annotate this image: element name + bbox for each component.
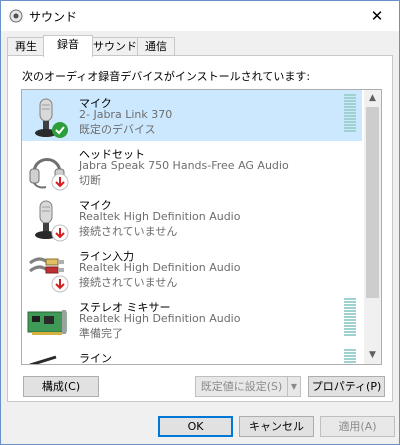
line-in-cable-icon bbox=[29, 257, 69, 293]
list-item[interactable]: ライン bbox=[22, 345, 362, 365]
microphone-icon bbox=[35, 98, 68, 138]
tab-recording[interactable]: 録音 bbox=[43, 35, 93, 57]
tab-sounds[interactable]: サウンド bbox=[91, 37, 139, 56]
device-description: Jabra Speak 750 Hands-Free AG Audio bbox=[79, 159, 289, 172]
device-description: Realtek High Definition Audio bbox=[79, 261, 241, 274]
red-down-arrow-badge bbox=[51, 173, 69, 191]
device-status: 既定のデバイス bbox=[79, 123, 156, 136]
scroll-down-arrow-icon[interactable]: ▼ bbox=[364, 347, 381, 364]
recording-panel: 次のオーディオ録音デバイスがインストールされています: マイク 2- Jabra… bbox=[7, 55, 393, 402]
device-description: Realtek High Definition Audio bbox=[79, 210, 241, 223]
ok-button[interactable]: OK bbox=[158, 416, 233, 437]
list-item[interactable]: ステレオ ミキサー Realtek High Definition Audio … bbox=[22, 294, 362, 345]
vertical-scrollbar[interactable]: ▲ ▼ bbox=[364, 90, 381, 364]
cancel-button[interactable]: キャンセル bbox=[239, 416, 314, 437]
device-description: Realtek High Definition Audio bbox=[79, 312, 241, 325]
red-down-arrow-badge bbox=[51, 275, 69, 293]
close-button[interactable]: ✕ bbox=[355, 1, 399, 31]
device-list[interactable]: マイク 2- Jabra Link 370 既定のデバイス ヘッドセット Jab… bbox=[21, 89, 382, 365]
sound-card-icon bbox=[27, 310, 67, 335]
green-check-badge bbox=[52, 122, 68, 138]
window-title: サウンド bbox=[29, 10, 78, 24]
device-list-label: 次のオーディオ録音デバイスがインストールされています: bbox=[22, 70, 311, 83]
set-default-button[interactable]: 既定値に設定(S) bbox=[195, 376, 287, 397]
apply-button[interactable]: 適用(A) bbox=[320, 416, 395, 437]
configure-button[interactable]: 構成(C) bbox=[23, 376, 99, 397]
scroll-up-arrow-icon[interactable]: ▲ bbox=[364, 90, 381, 107]
speaker-icon bbox=[9, 9, 23, 23]
sound-dialog: サウンド ✕ 再生 録音 サウンド 通信 次のオーディオ録音デバイスがインストー… bbox=[0, 0, 400, 445]
tab-playback[interactable]: 再生 bbox=[7, 37, 45, 56]
device-name: ライン bbox=[79, 352, 112, 365]
red-down-arrow-badge bbox=[51, 224, 69, 242]
list-item[interactable]: マイク Realtek High Definition Audio 接続されてい… bbox=[22, 192, 362, 243]
microphone-icon bbox=[35, 200, 69, 242]
device-status: 接続されていません bbox=[79, 225, 178, 238]
list-item[interactable]: マイク 2- Jabra Link 370 既定のデバイス bbox=[22, 90, 362, 141]
level-meter bbox=[344, 349, 356, 364]
device-description: 2- Jabra Link 370 bbox=[79, 108, 173, 121]
device-status: 接続されていません bbox=[79, 276, 178, 289]
level-meter bbox=[344, 298, 356, 338]
device-status: 準備完了 bbox=[79, 327, 123, 340]
list-item[interactable]: ヘッドセット Jabra Speak 750 Hands-Free AG Aud… bbox=[22, 141, 362, 192]
properties-button[interactable]: プロパティ(P) bbox=[308, 376, 385, 397]
title-bar: サウンド ✕ bbox=[1, 1, 399, 31]
device-status: 切断 bbox=[79, 174, 101, 187]
scroll-thumb[interactable] bbox=[366, 107, 379, 298]
set-default-dropdown-arrow-icon[interactable]: ▼ bbox=[287, 376, 301, 397]
line-icon bbox=[29, 355, 57, 364]
list-item[interactable]: ライン入力 Realtek High Definition Audio 接続され… bbox=[22, 243, 362, 294]
level-meter bbox=[344, 94, 356, 134]
tab-communications[interactable]: 通信 bbox=[137, 37, 175, 56]
headset-icon bbox=[29, 158, 69, 191]
